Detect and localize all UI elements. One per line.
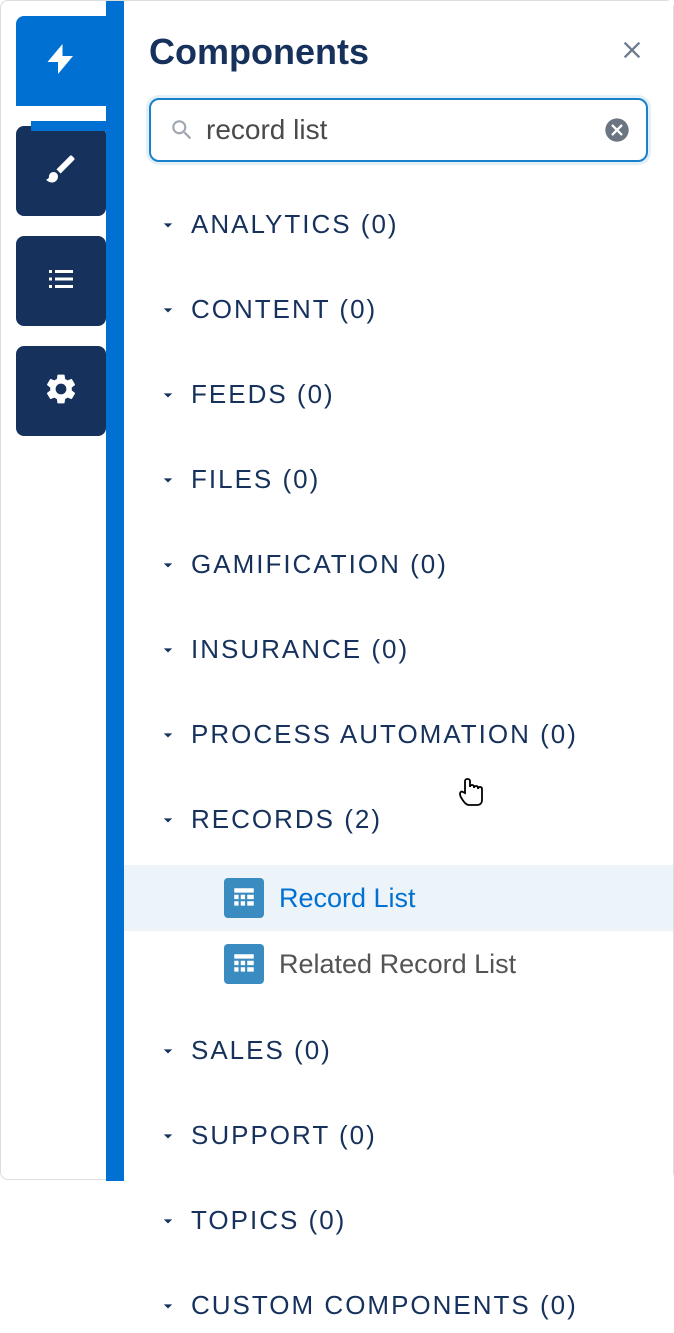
component-record-list[interactable]: Record List: [124, 865, 673, 931]
category-label: CONTENT (0): [191, 294, 377, 325]
category-label: GAMIFICATION (0): [191, 549, 448, 580]
gear-icon: [43, 371, 79, 412]
close-icon: [618, 36, 646, 69]
chevron-down-icon: [157, 1125, 179, 1147]
category-label: FILES (0): [191, 464, 320, 495]
category-gamification[interactable]: GAMIFICATION (0): [149, 537, 648, 592]
chevron-down-icon: [157, 1210, 179, 1232]
brush-icon: [43, 151, 79, 192]
chevron-down-icon: [157, 384, 179, 406]
category-feeds[interactable]: FEEDS (0): [149, 367, 648, 422]
component-label: Record List: [279, 883, 416, 914]
chevron-down-icon: [157, 724, 179, 746]
category-label: SALES (0): [191, 1035, 332, 1066]
clear-icon: [603, 131, 631, 148]
chevron-down-icon: [157, 554, 179, 576]
chevron-down-icon: [157, 809, 179, 831]
panel-title: Components: [149, 31, 369, 73]
search-input[interactable]: [206, 114, 591, 146]
category-process-automation[interactable]: PROCESS AUTOMATION (0): [149, 707, 648, 762]
nav-components-button[interactable]: [16, 16, 106, 106]
category-label: CUSTOM COMPONENTS (0): [191, 1290, 578, 1321]
category-content[interactable]: CONTENT (0): [149, 282, 648, 337]
active-indicator-bar: [106, 1, 124, 1181]
category-label: INSURANCE (0): [191, 634, 409, 665]
components-panel: Components ANALYTICS (0) CONTENT (0) FEEDS…: [124, 1, 673, 1181]
chevron-down-icon: [157, 299, 179, 321]
close-panel-button[interactable]: [616, 36, 648, 68]
category-label: ANALYTICS (0): [191, 209, 399, 240]
sidebar-nav: [16, 16, 106, 436]
chevron-down-icon: [157, 214, 179, 236]
component-label: Related Record List: [279, 949, 516, 980]
category-label: PROCESS AUTOMATION (0): [191, 719, 578, 750]
category-analytics[interactable]: ANALYTICS (0): [149, 197, 648, 252]
nav-page-structure-button[interactable]: [16, 236, 106, 326]
category-label: SUPPORT (0): [191, 1120, 377, 1151]
list-icon: [43, 261, 79, 302]
panel-header: Components: [149, 31, 648, 73]
component-related-record-list[interactable]: Related Record List: [124, 931, 673, 997]
search-container: [149, 98, 648, 162]
categories-list: ANALYTICS (0) CONTENT (0) FEEDS (0) FILES (…: [149, 197, 648, 1333]
chevron-down-icon: [157, 639, 179, 661]
category-label: TOPICS (0): [191, 1205, 346, 1236]
table-icon: [224, 944, 264, 984]
chevron-down-icon: [157, 469, 179, 491]
category-custom-components[interactable]: CUSTOM COMPONENTS (0): [149, 1278, 648, 1333]
category-support[interactable]: SUPPORT (0): [149, 1108, 648, 1163]
category-topics[interactable]: TOPICS (0): [149, 1193, 648, 1248]
category-sales[interactable]: SALES (0): [149, 1023, 648, 1078]
category-records[interactable]: RECORDS (2): [149, 792, 648, 847]
table-icon: [224, 878, 264, 918]
lightning-icon: [43, 41, 79, 82]
category-insurance[interactable]: INSURANCE (0): [149, 622, 648, 677]
clear-search-button[interactable]: [603, 116, 631, 144]
category-label: FEEDS (0): [191, 379, 335, 410]
chevron-down-icon: [157, 1295, 179, 1317]
category-label: RECORDS (2): [191, 804, 382, 835]
chevron-down-icon: [157, 1040, 179, 1062]
search-icon: [169, 117, 195, 143]
nav-theme-button[interactable]: [16, 126, 106, 216]
category-files[interactable]: FILES (0): [149, 452, 648, 507]
nav-settings-button[interactable]: [16, 346, 106, 436]
